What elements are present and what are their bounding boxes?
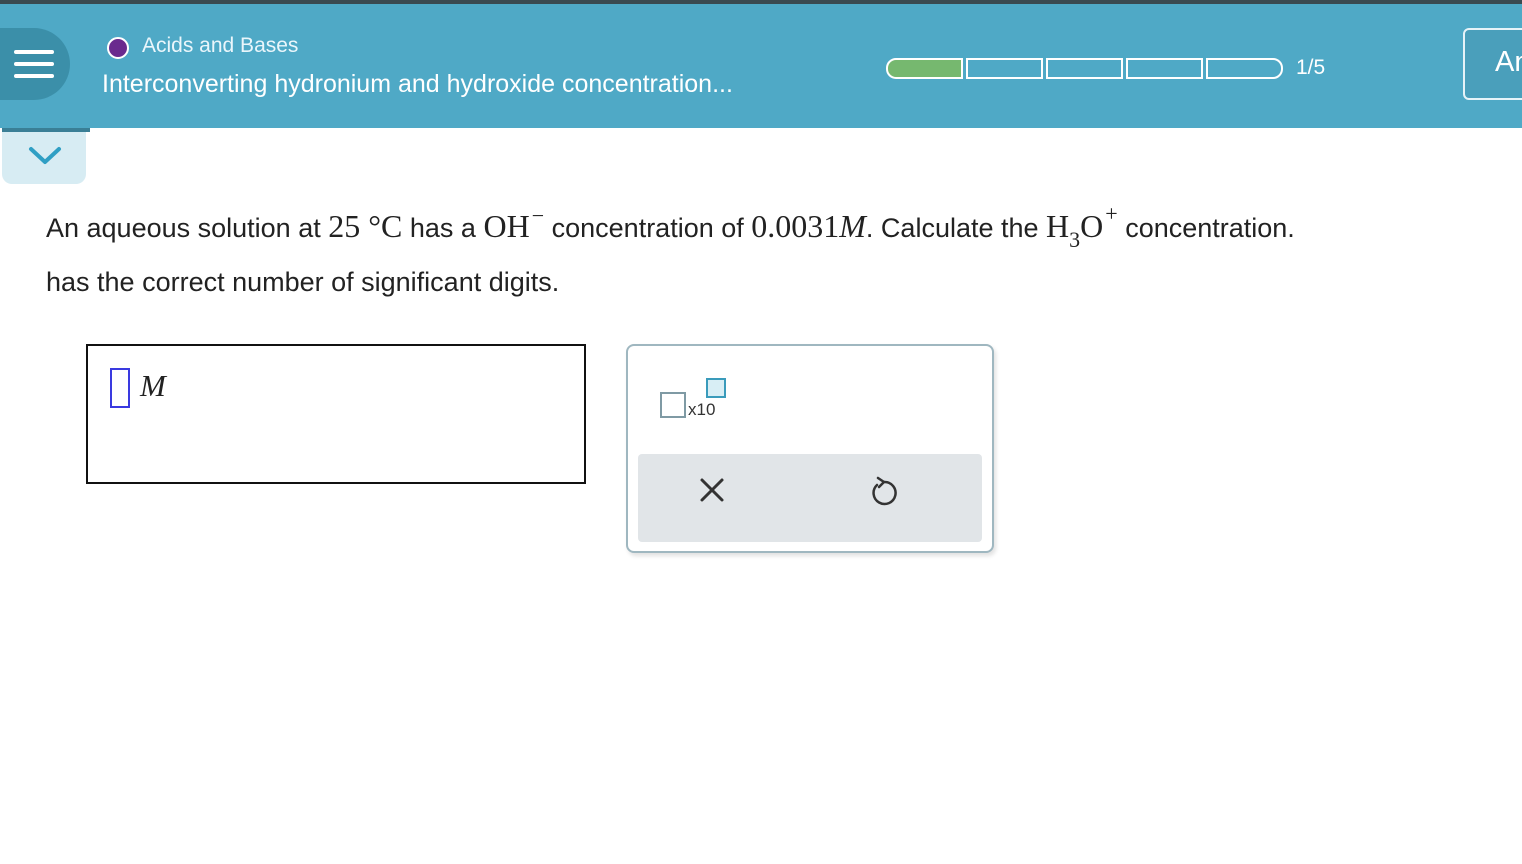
progress-segment-complete <box>886 58 963 79</box>
answer-unit-label: M <box>140 368 166 403</box>
answer-tab-button[interactable]: An <box>1463 28 1522 100</box>
clear-button[interactable] <box>698 476 726 509</box>
temperature-value: 25 °C <box>328 208 403 244</box>
base-box-icon <box>660 392 686 418</box>
undo-icon <box>872 476 897 506</box>
question-text: An aqueous solution at 25 °C has a OH− c… <box>46 201 1295 297</box>
progress-segment <box>966 58 1043 79</box>
close-icon <box>700 478 724 502</box>
progress-segment <box>1046 58 1123 79</box>
answer-tab-label: An <box>1495 46 1522 78</box>
exponent-box-icon <box>706 378 726 398</box>
concentration-value: 0.0031M <box>751 208 866 244</box>
hydronium-formula: H3O+ <box>1046 201 1118 252</box>
palette-footer <box>638 454 982 542</box>
answer-input-slot[interactable] <box>110 368 130 408</box>
chevron-down-icon <box>29 147 61 164</box>
progress-segment <box>1126 58 1203 79</box>
page-title: Interconverting hydronium and hydroxide … <box>102 70 733 98</box>
scientific-notation-button[interactable]: x10 <box>658 376 738 426</box>
undo-button[interactable] <box>868 476 898 515</box>
menu-icon <box>14 50 54 54</box>
answer-input-area[interactable]: M <box>86 344 586 484</box>
menu-button[interactable] <box>0 28 70 100</box>
topic-label: Acids and Bases <box>142 34 299 57</box>
question-line-2: has the correct number of significant di… <box>46 267 560 297</box>
sci-notation-label: x10 <box>688 400 716 419</box>
collapse-toggle-button[interactable] <box>2 128 90 184</box>
progress-label: 1/5 <box>1296 56 1326 79</box>
progress-bar <box>886 58 1283 79</box>
hydroxide-formula: OH− <box>483 203 545 244</box>
math-palette: x10 <box>626 344 994 553</box>
topic-status-icon <box>107 37 129 59</box>
progress-segment <box>1206 58 1283 79</box>
header-bar <box>0 4 1522 128</box>
